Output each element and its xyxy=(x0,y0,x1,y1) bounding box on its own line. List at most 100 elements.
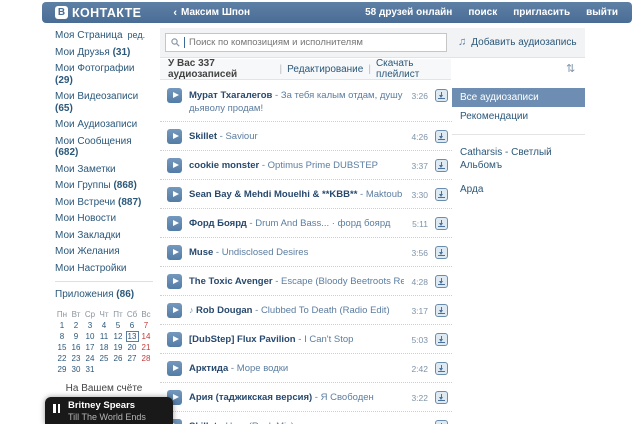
download-icon[interactable] xyxy=(435,420,448,424)
audio-search-box[interactable] xyxy=(165,33,447,52)
sidebar-item-link[interactable]: Мои Видеозаписи (65) xyxy=(55,91,138,114)
search-input[interactable] xyxy=(189,37,441,48)
calendar-day[interactable]: 29 xyxy=(57,365,68,374)
download-icon[interactable] xyxy=(435,217,448,230)
calendar-day[interactable]: 1 xyxy=(57,321,68,330)
play-button[interactable] xyxy=(167,129,182,144)
play-button[interactable] xyxy=(167,245,182,260)
track-row[interactable]: Sean Bay & Mehdi Mouelhi & **KBB** - Mak… xyxy=(160,180,452,209)
track-row[interactable]: The Toxic Avenger - Escape (Bloody Beetr… xyxy=(160,267,452,296)
calendar-day[interactable]: 23 xyxy=(71,354,82,363)
calendar-day[interactable]: 3 xyxy=(85,321,96,330)
calendar-day[interactable]: 8 xyxy=(57,332,68,341)
header-nav-link[interactable]: выйти xyxy=(586,7,618,18)
sidebar-item-link[interactable]: Моя Страница xyxy=(55,30,123,41)
download-icon[interactable] xyxy=(435,333,448,346)
track-row[interactable]: cookie monster - Optimus Prime DUBSTEP3:… xyxy=(160,151,452,180)
download-icon[interactable] xyxy=(435,362,448,375)
play-button[interactable] xyxy=(167,361,182,376)
header-nav-link[interactable]: 58 друзей онлайн xyxy=(365,7,452,18)
calendar-day[interactable]: 15 xyxy=(57,343,68,352)
calendar-day[interactable]: 18 xyxy=(99,343,110,352)
play-button[interactable] xyxy=(167,187,182,202)
calendar-day[interactable]: 30 xyxy=(71,365,82,374)
calendar-day[interactable]: 4 xyxy=(99,321,110,330)
calendar-day[interactable]: 22 xyxy=(57,354,68,363)
track-row[interactable]: ♪ Rob Dougan - Clubbed To Death (Radio E… xyxy=(160,296,452,325)
calendar-day[interactable]: 21 xyxy=(141,343,152,352)
play-button[interactable] xyxy=(167,303,182,318)
play-button[interactable] xyxy=(167,332,182,347)
calendar-day[interactable]: 9 xyxy=(71,332,82,341)
track-row[interactable]: [DubStep] Flux Pavilion - I Can't Stop5:… xyxy=(160,325,452,354)
calendar-day[interactable]: 17 xyxy=(85,343,96,352)
header-user-link[interactable]: ‹ Максим Шпон xyxy=(173,7,250,18)
play-button[interactable] xyxy=(167,158,182,173)
edit-link[interactable]: Редактирование xyxy=(287,64,363,75)
calendar-day[interactable]: 11 xyxy=(99,332,110,341)
track-row[interactable]: Форд Боярд - Drum And Bass... · форд боя… xyxy=(160,209,452,238)
calendar-day[interactable]: 20 xyxy=(127,343,138,352)
download-playlist-link[interactable]: Скачать плейлист xyxy=(376,58,451,80)
track-row[interactable]: Ария (таджикская версия) - Я Свободен3:2… xyxy=(160,383,452,412)
header-nav-link[interactable]: поиск xyxy=(468,7,497,18)
play-button[interactable] xyxy=(167,216,182,231)
sidebar-item-link[interactable]: Мои Сообщения (682) xyxy=(55,136,132,159)
sidebar-item-link[interactable]: Мои Группы (868) xyxy=(55,180,137,191)
download-icon[interactable] xyxy=(435,89,448,102)
calendar-day[interactable]: 31 xyxy=(85,365,96,374)
calendar-day[interactable]: 16 xyxy=(71,343,82,352)
download-icon[interactable] xyxy=(435,130,448,143)
calendar-day[interactable]: 13 xyxy=(127,332,138,341)
calendar-day[interactable]: 6 xyxy=(127,321,138,330)
play-button[interactable] xyxy=(167,88,182,103)
playlist-link[interactable]: Catharsis - Светлый Альбомъ xyxy=(452,143,585,175)
download-icon[interactable] xyxy=(435,246,448,259)
download-icon[interactable] xyxy=(435,275,448,288)
calendar-day[interactable]: 26 xyxy=(113,354,124,363)
sidebar-item-link[interactable]: Мои Заметки xyxy=(55,164,116,175)
sort-icon[interactable]: ⇅ xyxy=(566,62,575,75)
sidebar-item-link[interactable]: Мои Закладки xyxy=(55,230,121,241)
sidebar-item-link[interactable]: Мои Друзья (31) xyxy=(55,47,130,58)
calendar-day[interactable]: 19 xyxy=(113,343,124,352)
vk-logo[interactable]: В КОНТАКТЕ xyxy=(55,6,141,20)
sidebar-item-apps[interactable]: Приложения (86) xyxy=(55,289,134,300)
track-row[interactable]: Muse - Undisclosed Desires3:56 xyxy=(160,238,452,267)
playlist-link[interactable]: Арда xyxy=(452,180,585,199)
track-row[interactable]: Skillet - Saviour4:26 xyxy=(160,122,452,151)
pause-icon[interactable] xyxy=(53,404,60,413)
calendar-day[interactable]: 12 xyxy=(113,332,124,341)
calendar-day[interactable]: 25 xyxy=(99,354,110,363)
play-button[interactable] xyxy=(167,274,182,289)
calendar-day[interactable]: 2 xyxy=(71,321,82,330)
add-audio-button[interactable]: ♫ Добавить аудиозапись xyxy=(458,36,577,48)
sidebar-item-link[interactable]: Мои Настройки xyxy=(55,263,126,274)
calendar-day[interactable]: 28 xyxy=(141,354,152,363)
sidebar-edit-link[interactable]: ред. xyxy=(128,30,146,40)
download-icon[interactable] xyxy=(435,159,448,172)
calendar-day[interactable]: 14 xyxy=(141,332,152,341)
download-icon[interactable] xyxy=(435,304,448,317)
calendar-day[interactable]: 7 xyxy=(141,321,152,330)
track-duration: 3:37 xyxy=(411,158,428,171)
sidebar-item-link[interactable]: Мои Новости xyxy=(55,213,116,224)
download-icon[interactable] xyxy=(435,188,448,201)
download-icon[interactable] xyxy=(435,391,448,404)
mini-player[interactable]: Britney Spears Till The World Ends xyxy=(45,397,173,424)
audio-menu-item[interactable]: Все аудиозаписи xyxy=(452,88,585,107)
header-nav-link[interactable]: пригласить xyxy=(513,7,570,18)
calendar-day[interactable]: 24 xyxy=(85,354,96,363)
sidebar-item-link[interactable]: Мои Фотографии (29) xyxy=(55,63,135,86)
track-row[interactable]: Мурат Тхагалегов - За тебя калым отдам, … xyxy=(160,81,452,122)
sidebar-item-link[interactable]: Мои Желания xyxy=(55,246,120,257)
calendar-day[interactable]: 27 xyxy=(127,354,138,363)
sidebar-item-link[interactable]: Мои Аудиозаписи xyxy=(55,119,137,130)
calendar-day[interactable]: 5 xyxy=(113,321,124,330)
audio-menu-item[interactable]: Рекомендации xyxy=(452,107,585,126)
track-row[interactable]: Skillet - Hero (Rock Mix)3:07 xyxy=(160,412,452,424)
calendar-day[interactable]: 10 xyxy=(85,332,96,341)
track-row[interactable]: Арктида - Море водки2:42 xyxy=(160,354,452,383)
track-artist: cookie monster xyxy=(189,160,259,171)
sidebar-item-link[interactable]: Мои Встречи (887) xyxy=(55,197,141,208)
